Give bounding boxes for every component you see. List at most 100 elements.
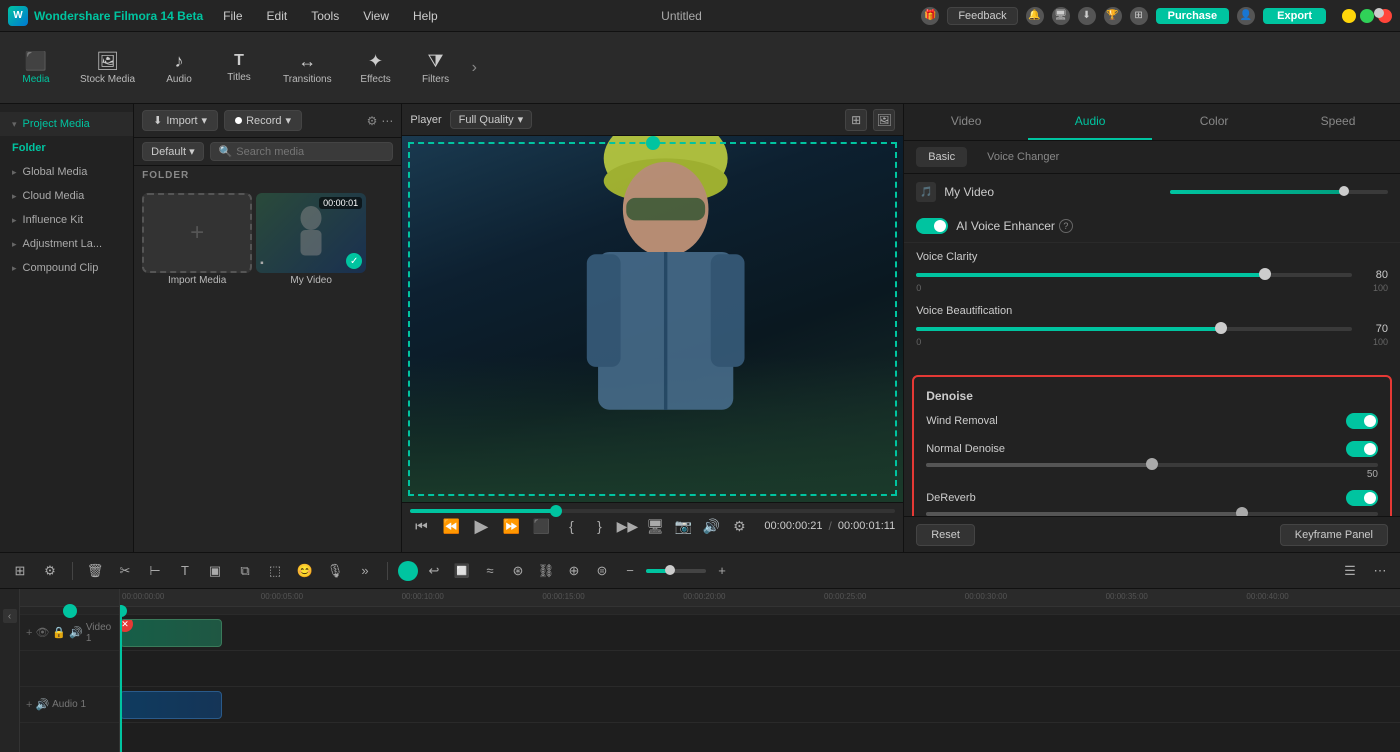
tab-audio[interactable]: Audio: [1028, 104, 1152, 140]
default-select[interactable]: Default ▾: [142, 142, 203, 161]
grid-icon[interactable]: ⊞: [1130, 7, 1148, 25]
tl-settings-btn[interactable]: ⋯: [1368, 559, 1392, 583]
tab-video[interactable]: Video: [904, 104, 1028, 140]
tl-emoji-btn[interactable]: 😊: [293, 559, 317, 583]
normal-denoise-slider[interactable]: [926, 463, 1378, 467]
notification-icon[interactable]: 🔔: [1026, 7, 1044, 25]
keyframe-panel-button[interactable]: Keyframe Panel: [1280, 524, 1388, 546]
snapshot-icon[interactable]: 🖼: [873, 109, 895, 131]
tool-media[interactable]: ⬛ Media: [8, 45, 64, 91]
audio-volume-thumb[interactable]: [1339, 186, 1349, 196]
tl-plus-btn[interactable]: +: [710, 559, 734, 583]
tl-list-btn[interactable]: ☰: [1338, 559, 1362, 583]
feedback-button[interactable]: Feedback: [947, 7, 1017, 25]
tl-snapping-btn[interactable]: 🔲: [450, 559, 474, 583]
help-icon[interactable]: ?: [1059, 219, 1073, 233]
sub-tab-voice-changer[interactable]: Voice Changer: [975, 147, 1071, 167]
tool-filters[interactable]: ⧩ Filters: [408, 45, 464, 91]
tl-delete-btn[interactable]: 🗑: [83, 559, 107, 583]
tool-titles[interactable]: T Titles: [211, 46, 267, 89]
gift-icon[interactable]: 🎁: [921, 7, 939, 25]
user-avatar[interactable]: 👤: [1237, 7, 1255, 25]
record-button[interactable]: Record ▾: [224, 110, 302, 131]
audio-button[interactable]: 🔊: [700, 515, 722, 537]
wind-removal-toggle[interactable]: [1346, 413, 1378, 429]
menu-tools[interactable]: Tools: [307, 7, 343, 25]
progress-bar[interactable]: [410, 509, 895, 513]
screen-button[interactable]: 🖥: [644, 515, 666, 537]
tl-link-btn[interactable]: ⛓: [534, 559, 558, 583]
sidebar-item-adjustment-layer[interactable]: ▸ Adjustment La...: [0, 232, 133, 256]
add-marker-button[interactable]: ▶▶: [616, 515, 638, 537]
purchase-button[interactable]: Purchase: [1156, 8, 1230, 24]
progress-thumb[interactable]: [550, 505, 562, 517]
search-input[interactable]: [236, 146, 384, 158]
derevert-slider[interactable]: [926, 512, 1378, 516]
video-clip[interactable]: ✕: [120, 619, 222, 647]
maximize-button[interactable]: [1360, 9, 1374, 23]
derevert-toggle[interactable]: [1346, 490, 1378, 506]
sub-tab-basic[interactable]: Basic: [916, 147, 967, 167]
track-add-icon[interactable]: +: [26, 627, 32, 639]
menu-view[interactable]: View: [359, 7, 393, 25]
tl-ai-btn[interactable]: ⊛: [506, 559, 530, 583]
menu-edit[interactable]: Edit: [263, 7, 292, 25]
reset-button[interactable]: Reset: [916, 524, 975, 546]
tl-cut-btn[interactable]: ✂: [113, 559, 137, 583]
tl-speed-btn[interactable]: ⊜: [590, 559, 614, 583]
import-button[interactable]: ⬇ Import ▾: [142, 110, 218, 131]
split-view-icon[interactable]: ⊞: [845, 109, 867, 131]
frame-forward-button[interactable]: ⏩: [500, 515, 522, 537]
tab-speed[interactable]: Speed: [1276, 104, 1400, 140]
tl-group-btn[interactable]: ⬚: [263, 559, 287, 583]
filter-icon[interactable]: ⚙: [367, 114, 378, 128]
export-button[interactable]: Export: [1263, 8, 1326, 24]
track-eye-icon[interactable]: 👁: [35, 626, 49, 639]
audio-volume-bar[interactable]: [1170, 190, 1388, 194]
menu-help[interactable]: Help: [409, 7, 442, 25]
normal-denoise-toggle[interactable]: [1346, 441, 1378, 457]
tab-color[interactable]: Color: [1152, 104, 1276, 140]
tool-audio[interactable]: ♪ Audio: [151, 45, 207, 91]
menu-file[interactable]: File: [219, 7, 246, 25]
voice-beautification-slider[interactable]: [916, 327, 1352, 331]
tl-minus-btn[interactable]: −: [618, 559, 642, 583]
mark-out-button[interactable]: }: [588, 515, 610, 537]
tl-undo-btn[interactable]: ↩: [422, 559, 446, 583]
derevert-thumb[interactable]: [1236, 507, 1248, 516]
frame-back-button[interactable]: ⏪: [440, 515, 462, 537]
ai-voice-enhancer-toggle[interactable]: [916, 218, 948, 234]
toolbar-more[interactable]: ›: [468, 55, 481, 81]
tl-voice-btn[interactable]: 🎙: [323, 559, 347, 583]
mark-in-button[interactable]: {: [560, 515, 582, 537]
trophy-icon[interactable]: 🏆: [1104, 7, 1122, 25]
media-thumb[interactable]: 00:00:01 ✓ ▪: [256, 193, 366, 273]
sidebar-item-project-media[interactable]: ▾ Project Media: [0, 112, 133, 136]
skip-back-button[interactable]: ⏮: [410, 515, 432, 537]
voice-clarity-thumb[interactable]: [1259, 268, 1271, 280]
tool-effects[interactable]: ✦ Effects: [348, 45, 404, 91]
tl-zoom-track[interactable]: [646, 569, 706, 573]
stop-button[interactable]: ⬛: [530, 515, 552, 537]
track-audio-icon[interactable]: 🔊: [69, 626, 83, 639]
search-box[interactable]: 🔍: [210, 142, 394, 161]
tl-record-btn[interactable]: [398, 561, 418, 581]
media-item-my-video[interactable]: 00:00:01 ✓ ▪ My Video: [256, 193, 366, 544]
download-icon[interactable]: ⬇: [1078, 7, 1096, 25]
tl-blend-btn[interactable]: ⊕: [562, 559, 586, 583]
tl-zoom-thumb[interactable]: [665, 565, 675, 575]
normal-denoise-thumb[interactable]: [1146, 458, 1158, 470]
voice-clarity-slider[interactable]: [916, 273, 1352, 277]
camera-button[interactable]: 📷: [672, 515, 694, 537]
audio-clip[interactable]: [120, 691, 222, 719]
tl-new-track-btn[interactable]: ⊞: [8, 559, 32, 583]
tl-split-btn[interactable]: ⊢: [143, 559, 167, 583]
tool-stock-media[interactable]: 🖼 Stock Media: [68, 45, 147, 91]
tl-ripple-btn[interactable]: ≈: [478, 559, 502, 583]
voice-beautification-thumb[interactable]: [1215, 322, 1227, 334]
play-button[interactable]: ▶: [470, 515, 492, 537]
tool-transitions[interactable]: ↔ Transitions: [271, 45, 344, 91]
audio-track-mute-icon[interactable]: 🔊: [35, 698, 49, 711]
tl-text-btn[interactable]: T: [173, 559, 197, 583]
settings-button[interactable]: ⚙: [728, 515, 750, 537]
